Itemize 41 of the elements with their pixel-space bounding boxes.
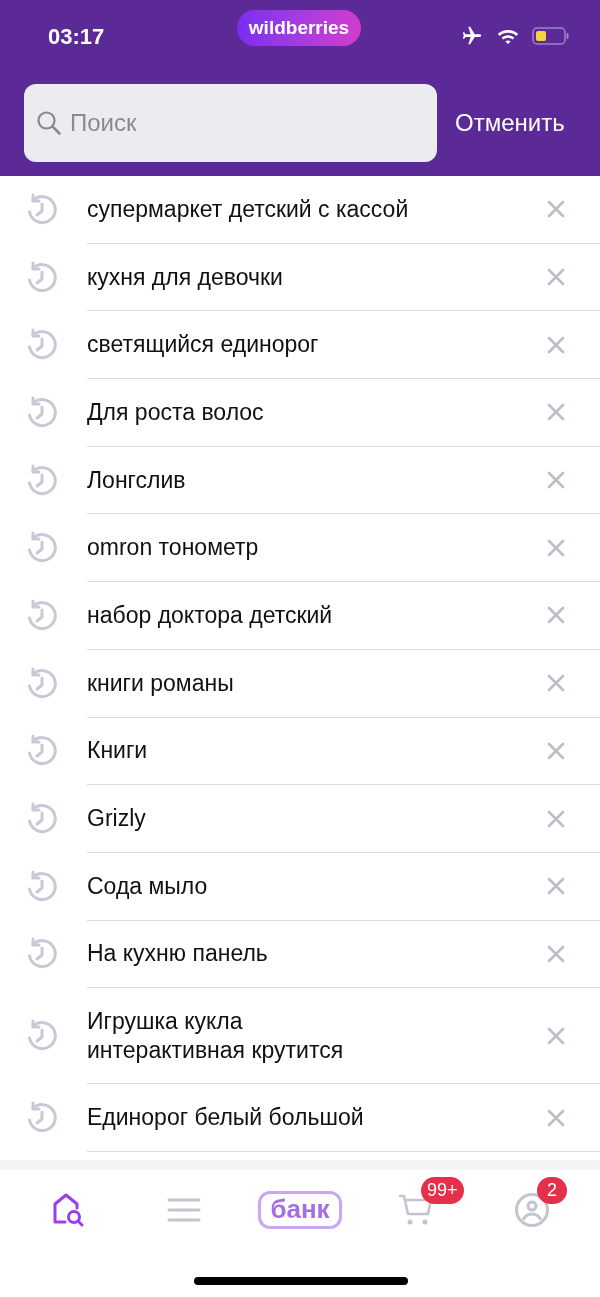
search-history-item[interactable]: Для роста волос [87, 397, 536, 427]
airplane-icon [460, 25, 484, 47]
search-history-item[interactable]: Лонгслив [87, 465, 536, 495]
close-icon [547, 877, 565, 896]
count-badge: 99+ [421, 1177, 464, 1204]
wifi-icon [496, 27, 520, 45]
close-icon [547, 1108, 565, 1127]
search-history-item[interactable]: кухня для девочки [87, 262, 536, 292]
search-history-item[interactable]: На кухню панель [87, 939, 536, 969]
close-icon [547, 471, 565, 490]
cancel-button[interactable]: Отменить [455, 105, 565, 141]
close-icon [547, 741, 565, 760]
search-history-item[interactable]: супермаркет детский с кассой [87, 194, 536, 224]
close-icon [547, 809, 565, 828]
profile-icon [514, 1192, 550, 1228]
search-history-item[interactable]: Единорог белый большой [87, 1103, 536, 1133]
search-history-item[interactable]: Игрушка кукла интерактивная крутится [87, 1006, 536, 1065]
menu-icon [167, 1197, 201, 1223]
search-history-item[interactable]: книги романы [87, 668, 536, 698]
close-icon [547, 538, 565, 557]
close-icon [547, 335, 565, 354]
close-icon [547, 944, 565, 963]
close-icon [547, 1026, 565, 1045]
search-history-item[interactable]: omron тонометр [87, 533, 536, 563]
close-icon [547, 268, 565, 287]
status-time: 03:17 [48, 22, 106, 51]
bank-button[interactable]: банк [258, 1191, 342, 1229]
close-icon [547, 606, 565, 625]
battery-icon [532, 26, 570, 46]
search-icon [36, 110, 62, 136]
search-history-item[interactable]: Grizly [87, 804, 536, 834]
search-history-item[interactable]: светящийся единорог [87, 330, 536, 360]
search-history-item[interactable]: Книги [87, 736, 536, 766]
search-field[interactable]: Поиск [24, 84, 437, 162]
close-icon [547, 403, 565, 422]
brand-logo: wildberries [236, 9, 362, 47]
close-icon [547, 674, 565, 693]
search-history-item[interactable]: набор доктора детский [87, 600, 536, 630]
close-icon [547, 200, 565, 219]
search-history-item[interactable]: Сода мыло [87, 871, 536, 901]
count-badge: 2 [537, 1177, 567, 1204]
